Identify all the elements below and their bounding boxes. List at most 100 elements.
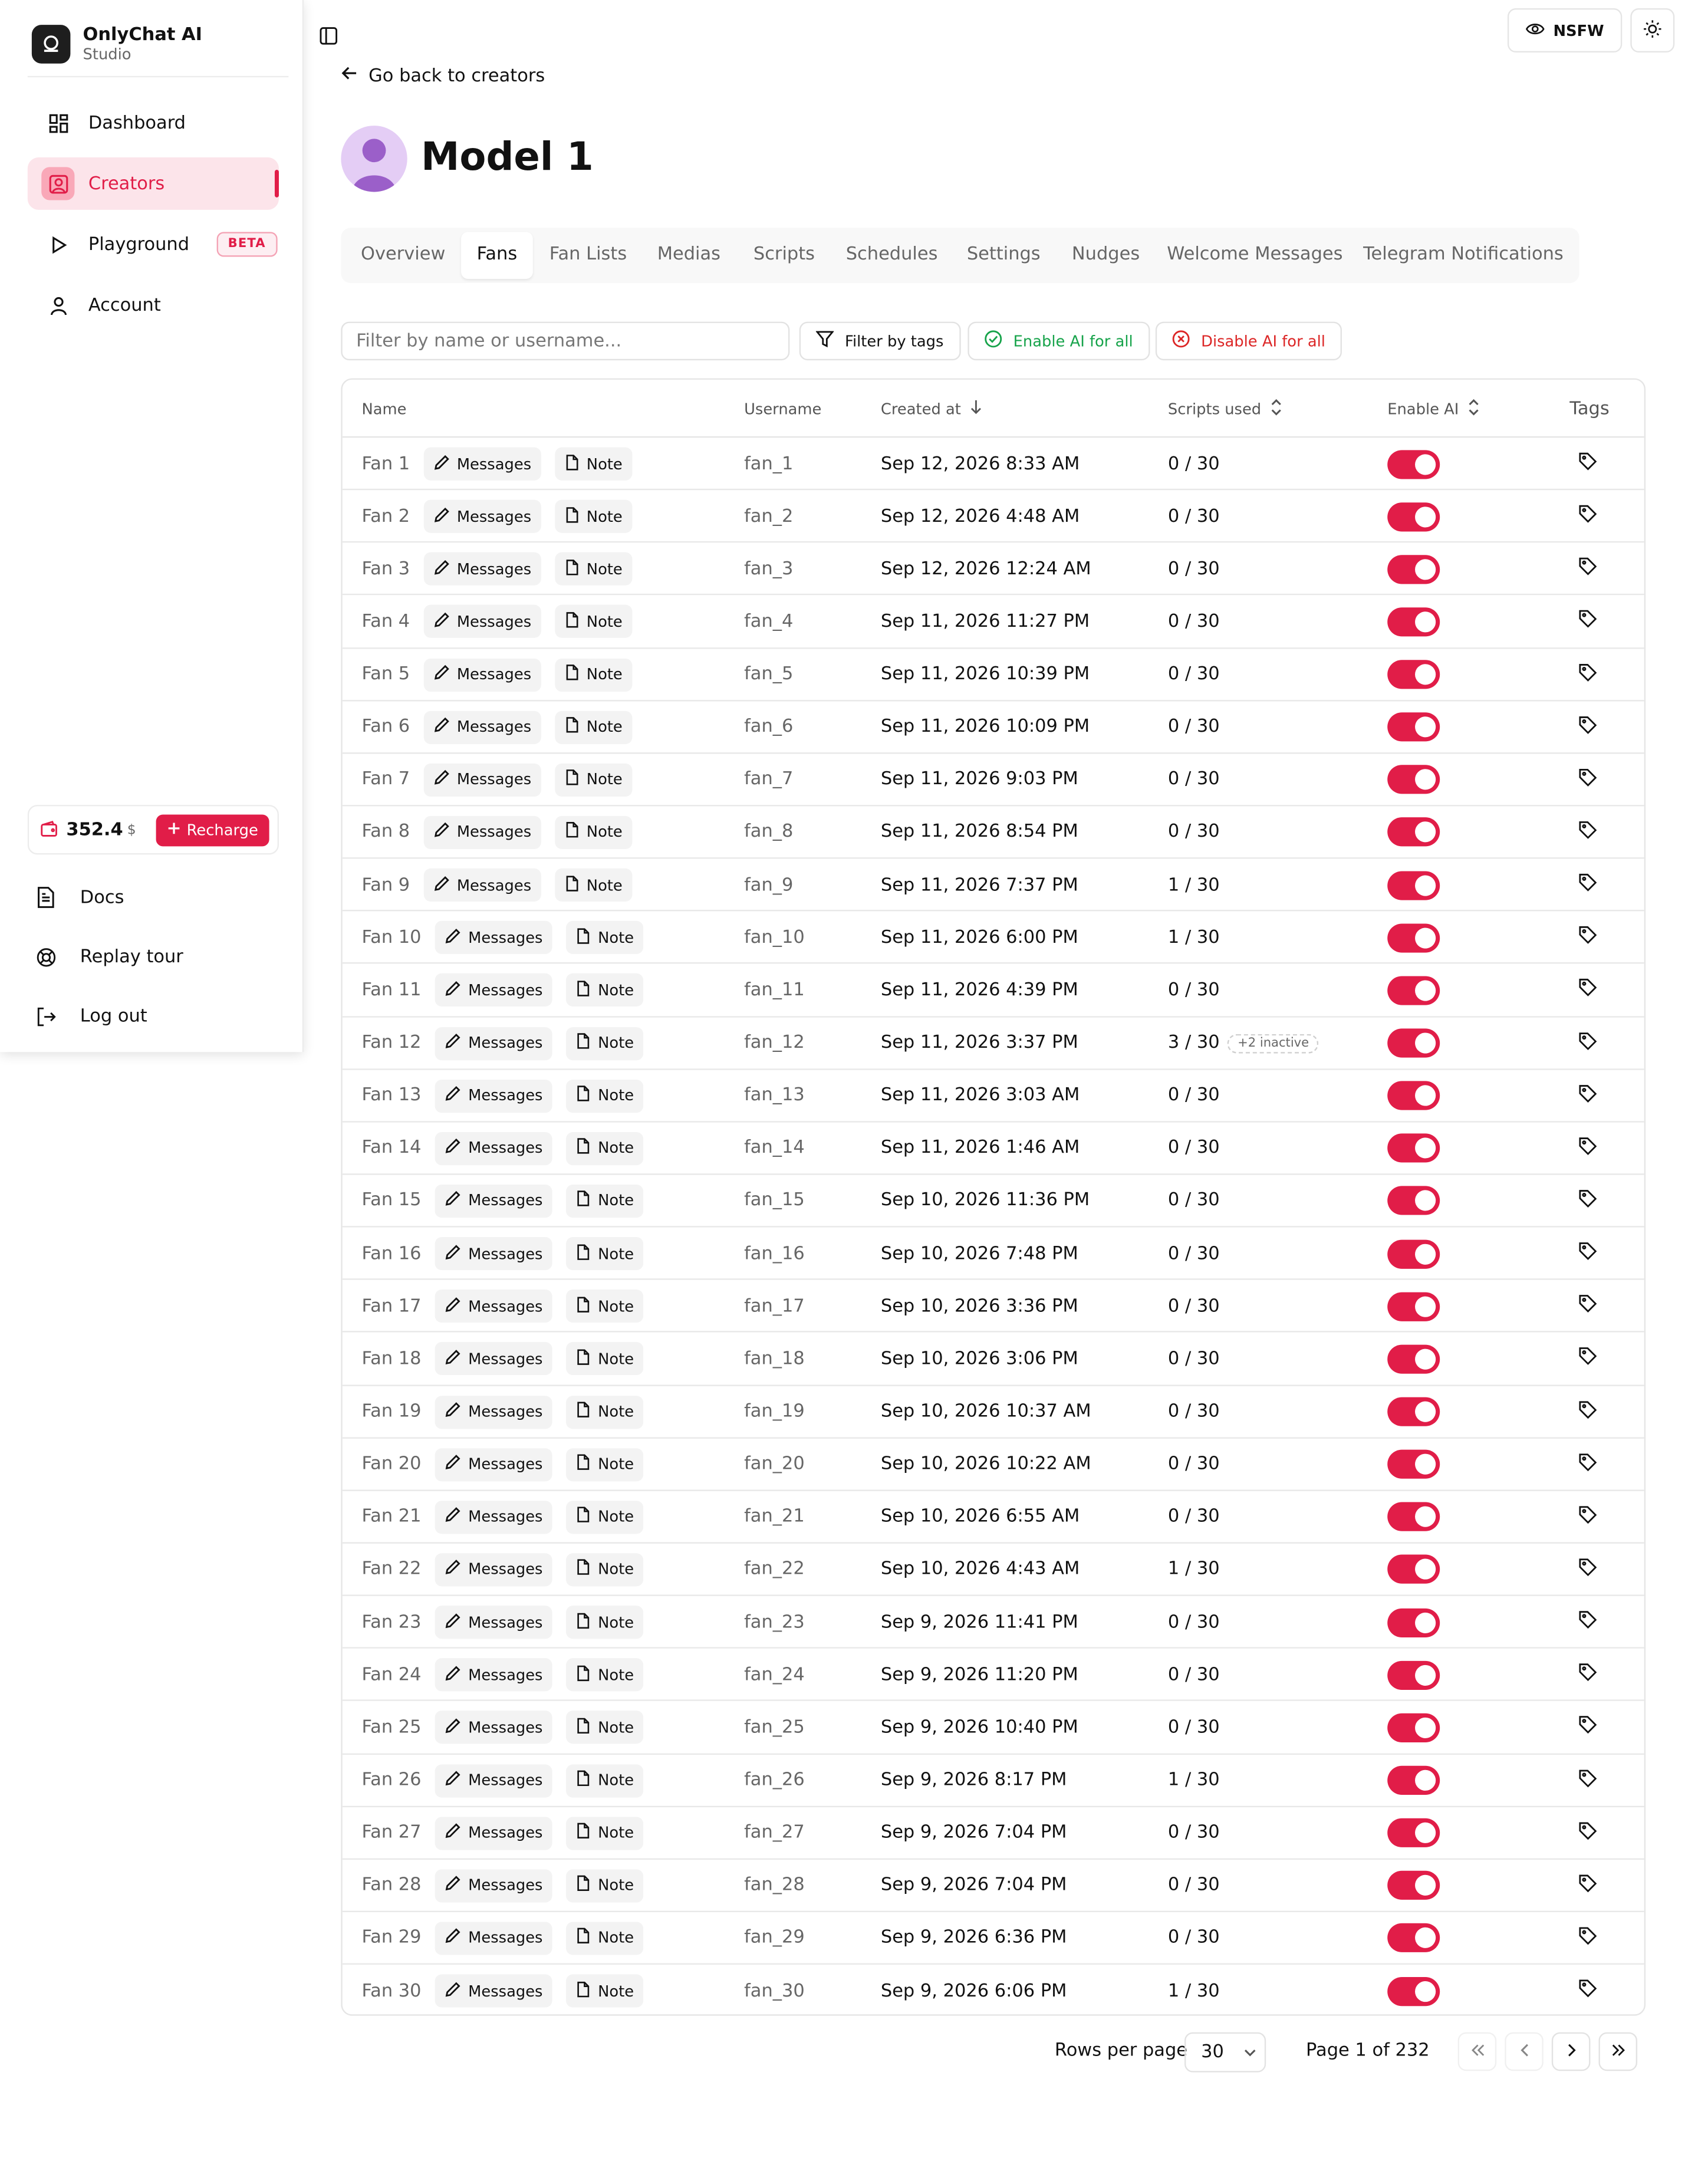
enable-ai-toggle[interactable] (1387, 607, 1440, 637)
messages-button[interactable]: Messages (435, 1132, 552, 1165)
enable-ai-toggle[interactable] (1387, 1502, 1440, 1532)
note-button[interactable]: Note (566, 1027, 644, 1060)
sidebar-item-creators[interactable]: Creators (27, 157, 279, 210)
tab-overview[interactable]: Overview (347, 232, 460, 279)
sidebar-item-replay-tour[interactable]: Replay tour (36, 929, 183, 985)
tag-icon[interactable] (1578, 1821, 1597, 1846)
tag-icon[interactable] (1578, 978, 1597, 1003)
column-header-scripts-used[interactable]: Scripts used (1168, 380, 1282, 438)
messages-button[interactable]: Messages (435, 1237, 552, 1271)
rows-per-page-select[interactable]: 30 (1184, 2032, 1266, 2073)
recharge-button[interactable]: Recharge (156, 814, 269, 847)
tag-icon[interactable] (1578, 715, 1597, 739)
note-button[interactable]: Note (566, 1922, 644, 1955)
tag-icon[interactable] (1578, 1873, 1597, 1898)
tag-icon[interactable] (1578, 1452, 1597, 1476)
messages-button[interactable]: Messages (435, 1027, 552, 1060)
messages-button[interactable]: Messages (435, 1974, 552, 2008)
messages-button[interactable]: Messages (423, 447, 541, 481)
sidebar-item-log-out[interactable]: Log out (36, 989, 183, 1044)
tag-icon[interactable] (1578, 557, 1597, 581)
enable-ai-for-all-button[interactable]: Enable AI for all (968, 321, 1150, 361)
note-button[interactable]: Note (554, 869, 633, 902)
messages-button[interactable]: Messages (435, 973, 552, 1007)
tag-icon[interactable] (1578, 1083, 1597, 1108)
note-button[interactable]: Note (554, 763, 633, 797)
tag-icon[interactable] (1578, 1663, 1597, 1688)
enable-ai-toggle[interactable] (1387, 1765, 1440, 1795)
enable-ai-toggle[interactable] (1387, 1292, 1440, 1321)
next-page-button[interactable] (1551, 2032, 1591, 2071)
note-button[interactable]: Note (554, 447, 633, 481)
enable-ai-toggle[interactable] (1387, 1081, 1440, 1111)
sidebar-item-account[interactable]: Account (28, 279, 279, 331)
first-page-button[interactable] (1457, 2032, 1497, 2071)
enable-ai-toggle[interactable] (1387, 502, 1440, 531)
enable-ai-toggle[interactable] (1387, 1923, 1440, 1953)
messages-button[interactable]: Messages (435, 1184, 552, 1218)
toggle-sidebar-button[interactable] (319, 25, 341, 47)
tag-icon[interactable] (1578, 1136, 1597, 1161)
note-button[interactable]: Note (566, 1658, 644, 1692)
enable-ai-toggle[interactable] (1387, 1134, 1440, 1163)
theme-toggle-button[interactable] (1630, 8, 1675, 52)
sidebar-item-playground[interactable]: Playground BETA (28, 218, 279, 271)
messages-button[interactable]: Messages (435, 1395, 552, 1429)
messages-button[interactable]: Messages (435, 1764, 552, 1797)
tag-icon[interactable] (1578, 1505, 1597, 1530)
messages-button[interactable]: Messages (423, 657, 541, 692)
tab-schedules[interactable]: Schedules (838, 232, 946, 279)
enable-ai-toggle[interactable] (1387, 1976, 1440, 2006)
enable-ai-toggle[interactable] (1387, 1186, 1440, 1216)
messages-button[interactable]: Messages (435, 1342, 552, 1376)
enable-ai-toggle[interactable] (1387, 870, 1440, 900)
tab-fan-lists[interactable]: Fan Lists (540, 232, 637, 279)
note-button[interactable]: Note (554, 499, 633, 534)
messages-button[interactable]: Messages (435, 1816, 552, 1850)
note-button[interactable]: Note (566, 1079, 644, 1113)
messages-button[interactable]: Messages (423, 605, 541, 639)
messages-button[interactable]: Messages (423, 869, 541, 902)
nsfw-toggle-button[interactable]: NSFW (1507, 8, 1623, 52)
enable-ai-toggle[interactable] (1387, 1607, 1440, 1637)
tag-icon[interactable] (1578, 1347, 1597, 1371)
tag-icon[interactable] (1578, 1768, 1597, 1792)
disable-ai-for-all-button[interactable]: Disable AI for all (1155, 321, 1342, 361)
note-button[interactable]: Note (554, 711, 633, 744)
note-button[interactable]: Note (566, 1711, 644, 1745)
note-button[interactable]: Note (554, 552, 633, 586)
note-button[interactable]: Note (566, 1869, 644, 1903)
messages-button[interactable]: Messages (435, 921, 552, 955)
enable-ai-toggle[interactable] (1387, 1239, 1440, 1268)
tab-fans[interactable]: Fans (461, 232, 533, 279)
tag-icon[interactable] (1578, 610, 1597, 634)
enable-ai-toggle[interactable] (1387, 1555, 1440, 1584)
tag-icon[interactable] (1578, 1241, 1597, 1266)
note-button[interactable]: Note (566, 1764, 644, 1797)
note-button[interactable]: Note (566, 1132, 644, 1165)
search-input[interactable] (341, 321, 790, 361)
messages-button[interactable]: Messages (423, 711, 541, 744)
tag-icon[interactable] (1578, 1399, 1597, 1424)
messages-button[interactable]: Messages (435, 1290, 552, 1323)
messages-button[interactable]: Messages (435, 1658, 552, 1692)
tag-icon[interactable] (1578, 452, 1597, 476)
tag-icon[interactable] (1578, 820, 1597, 845)
note-button[interactable]: Note (566, 1290, 644, 1323)
note-button[interactable]: Note (566, 1342, 644, 1376)
tag-icon[interactable] (1578, 1715, 1597, 1740)
messages-button[interactable]: Messages (423, 763, 541, 797)
tag-icon[interactable] (1578, 1926, 1597, 1951)
tag-icon[interactable] (1578, 1979, 1597, 2004)
enable-ai-toggle[interactable] (1387, 1871, 1440, 1900)
column-header-created-at[interactable]: Created at (881, 380, 983, 438)
note-button[interactable]: Note (566, 1395, 644, 1429)
tag-icon[interactable] (1578, 768, 1597, 792)
note-button[interactable]: Note (566, 1184, 644, 1218)
enable-ai-toggle[interactable] (1387, 554, 1440, 584)
note-button[interactable]: Note (566, 1448, 644, 1481)
enable-ai-toggle[interactable] (1387, 1660, 1440, 1690)
tab-medias[interactable]: Medias (646, 232, 732, 279)
messages-button[interactable]: Messages (435, 1922, 552, 1955)
messages-button[interactable]: Messages (435, 1869, 552, 1903)
